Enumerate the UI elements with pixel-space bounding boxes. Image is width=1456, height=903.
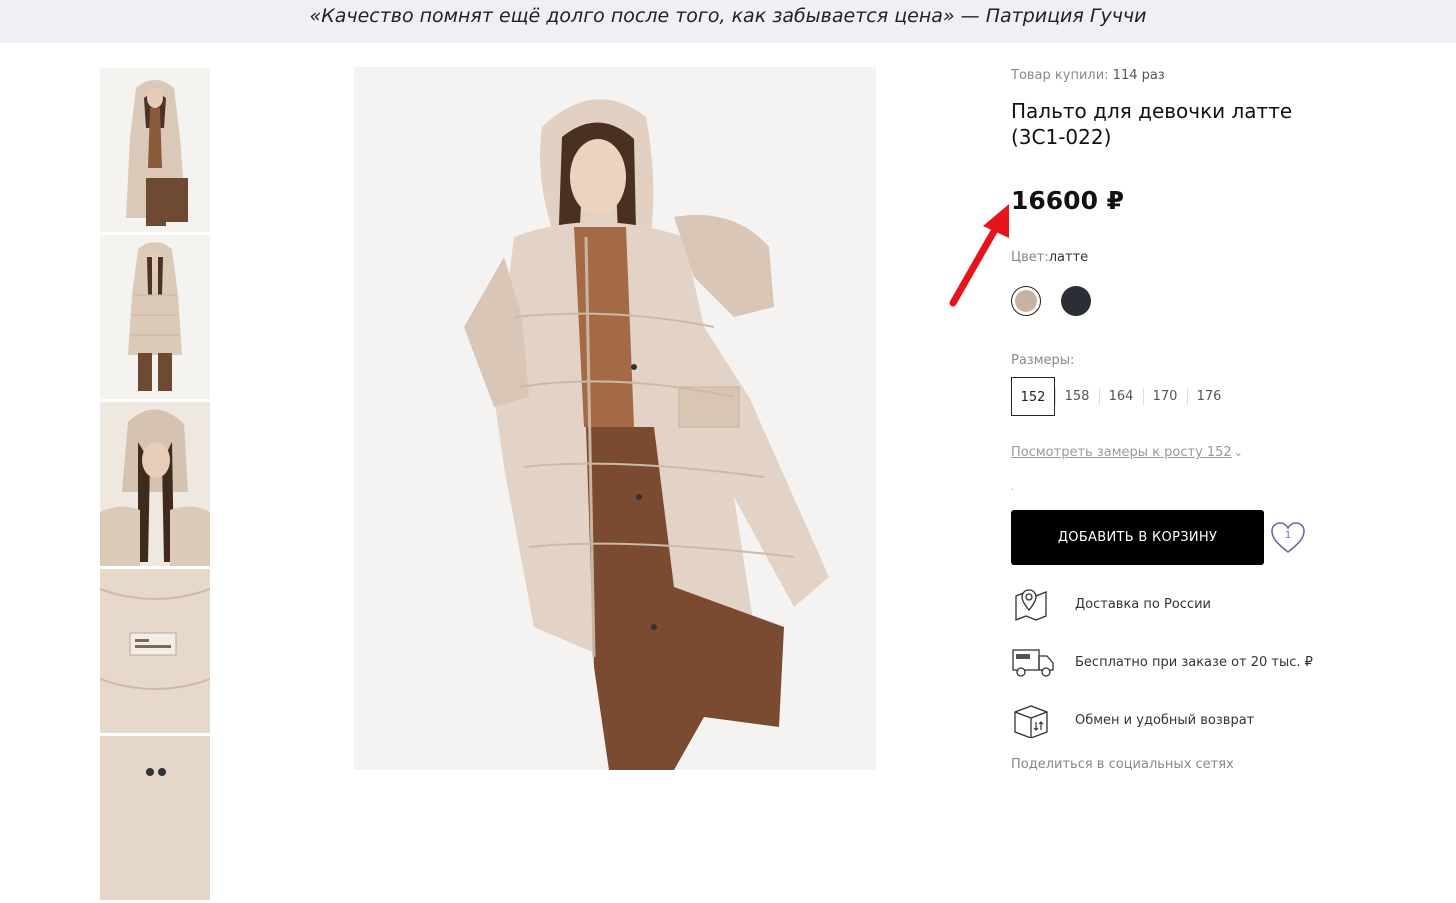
size-option-164[interactable]: 164 [1099, 377, 1143, 416]
feature-free-shipping-text: Бесплатно при заказе от 20 тыс. ₽ [1075, 654, 1313, 670]
feature-free-shipping: Бесплатно при заказе от 20 тыс. ₽ [1011, 644, 1313, 680]
favorite-button[interactable]: 1 [1270, 521, 1306, 555]
thumbnail-2[interactable] [100, 235, 210, 399]
return-box-icon [1011, 702, 1055, 738]
favorite-count: 1 [1284, 530, 1292, 541]
feature-delivery: Доставка по России [1011, 586, 1211, 622]
thumbnail-image [100, 68, 210, 232]
quote-text: «Качество помнят ещё долго после того, к… [309, 5, 955, 27]
color-value: латте [1048, 250, 1089, 265]
product-price: 16600 ₽ [1011, 186, 1125, 215]
thumbnail-5[interactable] [100, 736, 210, 900]
color-label: Цвет:латте [1011, 250, 1088, 265]
feature-returns-text: Обмен и удобный возврат [1075, 712, 1255, 728]
product-image [354, 67, 876, 770]
product-title: Пальто для девочки латте (3С1-022) [1011, 99, 1293, 149]
thumbnail-image [100, 569, 210, 733]
size-option-158[interactable]: 158 [1055, 377, 1099, 416]
chevron-down-icon: ⌄ [1233, 446, 1243, 459]
thumbnail-1[interactable] [100, 68, 210, 232]
size-option-176[interactable]: 176 [1187, 377, 1231, 416]
measurements-link[interactable]: Посмотреть замеры к росту 152 ⌄ [1011, 445, 1243, 460]
quote-author: — Патриция Гуччи [954, 5, 1147, 27]
red-arrow-annotation [949, 204, 1009, 307]
size-option-170[interactable]: 170 [1143, 377, 1187, 416]
feature-delivery-text: Доставка по России [1075, 596, 1211, 612]
thumbnail-gallery [100, 68, 210, 903]
size-selector: 152 158 164 170 176 [1011, 377, 1231, 416]
swatch-fill [1061, 286, 1091, 316]
color-label-text: Цвет: [1011, 250, 1049, 265]
tiny-dot: . [1011, 482, 1015, 493]
thumbnail-image [100, 402, 210, 566]
color-swatches [1011, 286, 1091, 316]
thumbnail-image [100, 736, 210, 900]
purchase-count-label: Товар купили: [1011, 68, 1113, 83]
swatch-fill [1015, 290, 1037, 312]
map-pin-icon [1011, 586, 1055, 622]
color-swatch-dark[interactable] [1061, 286, 1091, 316]
thumbnail-3[interactable] [100, 402, 210, 566]
thumbnail-4[interactable] [100, 569, 210, 733]
color-swatch-latte[interactable] [1011, 286, 1041, 316]
thumbnail-image [100, 235, 210, 399]
quote-banner: «Качество помнят ещё долго после того, к… [0, 0, 1456, 43]
purchase-count-value: 114 раз [1112, 68, 1165, 83]
add-to-cart-button[interactable]: ДОБАВИТЬ В КОРЗИНУ [1011, 510, 1264, 565]
purchase-count: Товар купили: 114 раз [1011, 68, 1165, 83]
delivery-truck-icon [1011, 644, 1055, 680]
main-product-photo[interactable] [354, 67, 876, 770]
measurements-link-text: Посмотреть замеры к росту 152 [1011, 445, 1232, 460]
feature-returns: Обмен и удобный возврат [1011, 702, 1254, 738]
size-option-152[interactable]: 152 [1011, 377, 1055, 416]
sizes-label: Размеры: [1011, 353, 1075, 368]
